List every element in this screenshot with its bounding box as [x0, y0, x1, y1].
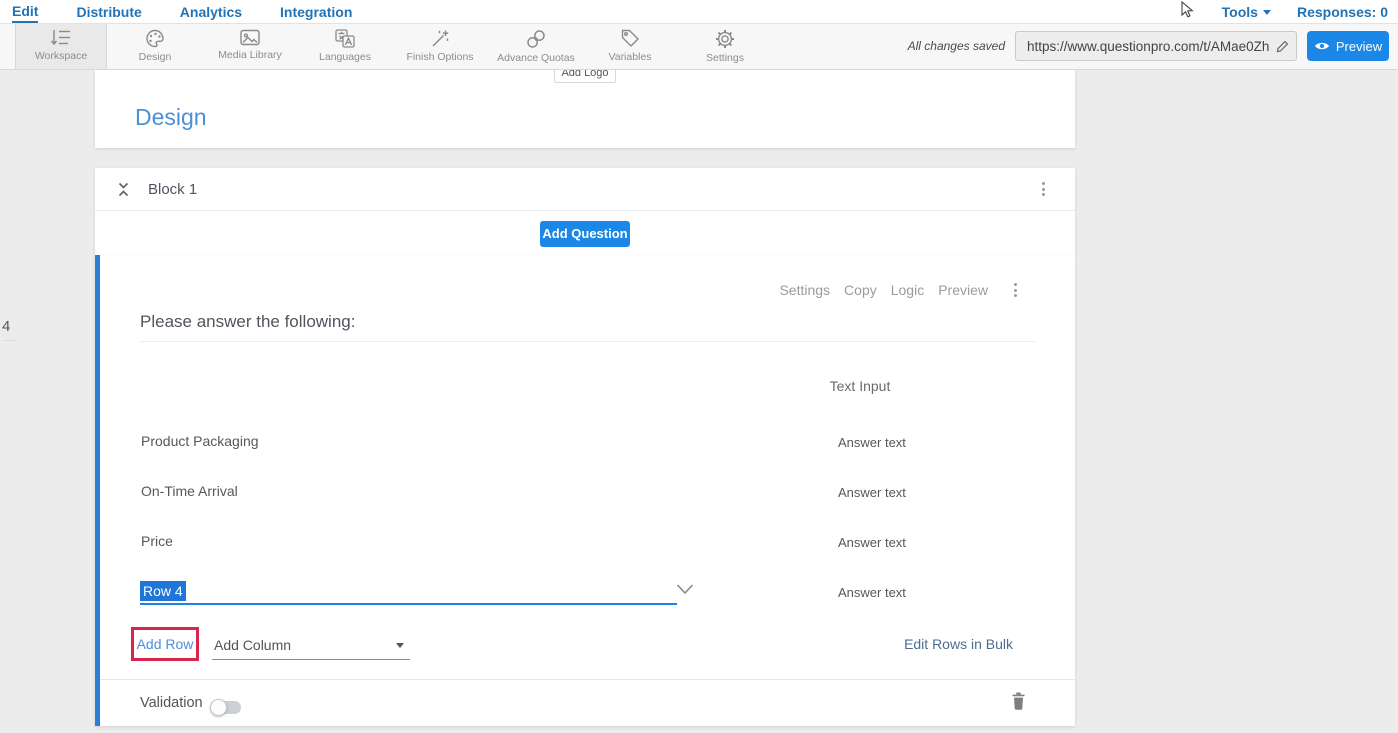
tools-menu[interactable]: Tools: [1222, 2, 1271, 22]
question-menu-icon[interactable]: [1010, 279, 1021, 301]
row-answer-placeholder[interactable]: Answer text: [838, 585, 906, 600]
palette-icon: [145, 29, 165, 48]
question-footer-divider: [100, 679, 1075, 680]
validation-label: Validation: [140, 695, 203, 711]
question-actions: Settings Copy Logic Preview: [779, 279, 1021, 301]
pencil-icon[interactable]: [1276, 40, 1289, 53]
nav-tabs: Edit Distribute Analytics Integration: [12, 0, 352, 24]
row-editing-selected-text: Row 4: [140, 581, 186, 601]
row-answer-placeholder[interactable]: Answer text: [838, 535, 906, 550]
block-menu-icon[interactable]: [1038, 178, 1049, 200]
survey-url-input[interactable]: [1016, 32, 1296, 60]
survey-url-field: [1015, 31, 1297, 61]
image-icon: [240, 29, 260, 46]
row-label[interactable]: Product Packaging: [141, 433, 259, 449]
question-title[interactable]: Please answer the following:: [140, 312, 355, 332]
add-column-label: Add Column: [214, 637, 291, 653]
preview-button[interactable]: Preview: [1307, 31, 1389, 61]
nav-tab-distribute[interactable]: Distribute: [76, 2, 141, 22]
toolbar-label: Settings: [706, 52, 744, 64]
toolbar-label: Finish Options: [406, 51, 473, 63]
question-title-divider: [140, 341, 1035, 342]
eye-icon: [1314, 41, 1330, 51]
tools-label: Tools: [1222, 2, 1258, 22]
question-editor: Settings Copy Logic Preview Please answe…: [95, 255, 1075, 726]
row-label[interactable]: On-Time Arrival: [141, 483, 238, 499]
question-preview-link[interactable]: Preview: [938, 282, 988, 298]
nav-tab-integration[interactable]: Integration: [280, 2, 352, 22]
preview-label: Preview: [1336, 39, 1382, 54]
block-header: Block 1: [95, 168, 1075, 211]
row-editing-input[interactable]: Row 4: [140, 577, 677, 605]
toolbar-label: Languages: [319, 51, 371, 63]
toolbar-label: Advance Quotas: [497, 52, 575, 64]
caret-down-icon: [1263, 10, 1271, 15]
toolbar-label: Workspace: [35, 50, 87, 62]
dropdown-caret-icon: [396, 643, 404, 648]
row-answer-placeholder[interactable]: Answer text: [838, 485, 906, 500]
add-column-dropdown[interactable]: Add Column: [212, 627, 410, 660]
question-logic-link[interactable]: Logic: [891, 282, 924, 298]
question-copy-link[interactable]: Copy: [844, 282, 877, 298]
add-row-button[interactable]: Add Row: [137, 636, 194, 652]
wand-icon: [430, 29, 450, 48]
block-title: Block 1: [148, 181, 197, 198]
column-header-text-input: Text Input: [795, 378, 925, 394]
workspace-icon: [50, 29, 72, 47]
toolbar-label: Variables: [609, 51, 652, 63]
question-number: 4: [2, 318, 16, 341]
toolbar-item-variables[interactable]: Variables: [585, 24, 675, 69]
delete-question-icon[interactable]: [1011, 692, 1026, 710]
edit-rows-in-bulk-link[interactable]: Edit Rows in Bulk: [904, 636, 1013, 652]
toolbar-item-media-library[interactable]: Media Library: [205, 24, 295, 69]
links-icon: [526, 29, 546, 49]
toolbar-item-workspace[interactable]: Workspace: [15, 24, 107, 69]
gear-icon: [715, 29, 735, 49]
add-question-row: Add Question: [95, 212, 1075, 255]
validation-toggle[interactable]: [211, 701, 241, 714]
toolbar-item-advance-quotas[interactable]: Advance Quotas: [490, 24, 582, 69]
toolbar-item-settings[interactable]: Settings: [680, 24, 770, 69]
toolbar-item-languages[interactable]: Languages: [300, 24, 390, 69]
block-panel: Block 1 Add Question: [95, 168, 1075, 255]
questionpro-survey-editor: Edit Distribute Analytics Integration To…: [0, 0, 1398, 733]
collapse-block-icon[interactable]: [116, 181, 131, 198]
autosave-status: All changes saved: [900, 39, 1005, 53]
tag-icon: [621, 29, 640, 48]
editor-toolbar: Workspace Design Media Library Languages…: [0, 24, 1398, 70]
toolbar-label: Media Library: [218, 49, 282, 61]
toggle-knob: [210, 699, 227, 716]
responses-counter[interactable]: Responses: 0: [1297, 2, 1388, 22]
nav-right: Tools Responses: 0: [1222, 0, 1388, 24]
toolbar-item-finish-options[interactable]: Finish Options: [395, 24, 485, 69]
row-options-chevron-icon[interactable]: [676, 583, 694, 596]
nav-tab-analytics[interactable]: Analytics: [180, 2, 242, 22]
toolbar-label: Design: [139, 51, 172, 63]
row-answer-placeholder[interactable]: Answer text: [838, 435, 906, 450]
translate-icon: [335, 29, 355, 48]
add-row-annotation-box: Add Row: [131, 627, 199, 661]
nav-tab-edit[interactable]: Edit: [12, 1, 38, 23]
mouse-cursor-icon: [1180, 1, 1194, 19]
add-question-button[interactable]: Add Question: [540, 221, 630, 247]
page-title: Design: [135, 104, 207, 131]
question-settings-link[interactable]: Settings: [779, 282, 830, 298]
row-label[interactable]: Price: [141, 533, 173, 549]
toolbar-item-design[interactable]: Design: [110, 24, 200, 69]
